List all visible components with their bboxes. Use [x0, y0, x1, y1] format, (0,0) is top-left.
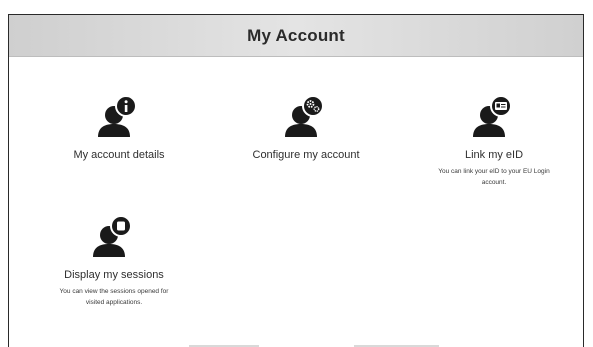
link-my-eid-description: You can link your eID to your EU Login a…	[414, 166, 574, 188]
page-title: My Account	[247, 25, 345, 45]
configure-my-account-tile[interactable]: Configure my account	[241, 93, 371, 161]
link-my-eid-tile[interactable]: Link my eID You can link your eID to you…	[414, 93, 574, 188]
link-my-eid-description-line1: You can link your eID to your EU Login	[438, 168, 550, 175]
my-account-details-label: My account details	[73, 149, 165, 161]
link-my-eid-label: Link my eID	[464, 149, 524, 161]
user-sessions-icon	[93, 215, 132, 257]
display-my-sessions-description-line2: visited applications.	[85, 299, 143, 306]
display-my-sessions-description: You can view the sessions opened for vis…	[39, 286, 189, 308]
display-my-sessions-label: Display my sessions	[64, 269, 164, 281]
display-my-sessions-description-line1: You can view the sessions opened for	[59, 288, 169, 295]
user-info-icon	[98, 95, 137, 137]
page-header: My Account	[9, 15, 583, 57]
user-id-card-icon	[473, 95, 512, 137]
user-settings-icon	[285, 95, 324, 137]
my-account-details-tile[interactable]: My account details	[59, 93, 179, 161]
configure-my-account-label: Configure my account	[252, 149, 360, 161]
display-my-sessions-tile[interactable]: Display my sessions You can view the ses…	[39, 213, 189, 308]
account-panel: My Account My account details Configure …	[8, 14, 584, 347]
link-my-eid-description-line2: account.	[481, 179, 507, 186]
